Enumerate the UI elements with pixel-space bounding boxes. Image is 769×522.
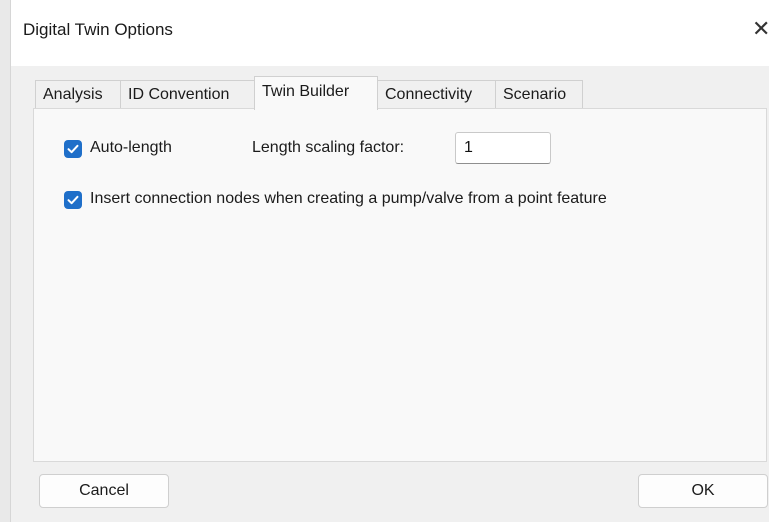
auto-length-label: Auto-length: [90, 139, 172, 156]
ok-button[interactable]: OK: [638, 474, 768, 508]
checkmark-icon: [67, 195, 79, 205]
tab-twin-builder[interactable]: Twin Builder: [254, 76, 378, 110]
cancel-button[interactable]: Cancel: [39, 474, 169, 508]
auto-length-checkbox[interactable]: [64, 140, 82, 158]
window-title: Digital Twin Options: [23, 20, 173, 39]
twin-builder-panel: Auto-length Length scaling factor: 1 Ins…: [33, 108, 767, 462]
insert-nodes-checkbox[interactable]: [64, 191, 82, 209]
insert-nodes-label: Insert connection nodes when creating a …: [90, 190, 607, 207]
length-scaling-label: Length scaling factor:: [252, 139, 405, 156]
tab-scenario[interactable]: Scenario: [495, 80, 583, 108]
tab-id-convention[interactable]: ID Convention: [120, 80, 255, 108]
tab-connectivity[interactable]: Connectivity: [377, 80, 496, 108]
checkmark-icon: [67, 144, 79, 154]
length-scaling-input[interactable]: 1: [455, 132, 551, 164]
title-bar: Digital Twin Options ✕: [11, 0, 769, 66]
close-icon[interactable]: ✕: [752, 14, 769, 44]
options-dialog: Digital Twin Options ✕ Analysis ID Conve…: [10, 0, 769, 522]
tab-analysis[interactable]: Analysis: [35, 80, 121, 108]
